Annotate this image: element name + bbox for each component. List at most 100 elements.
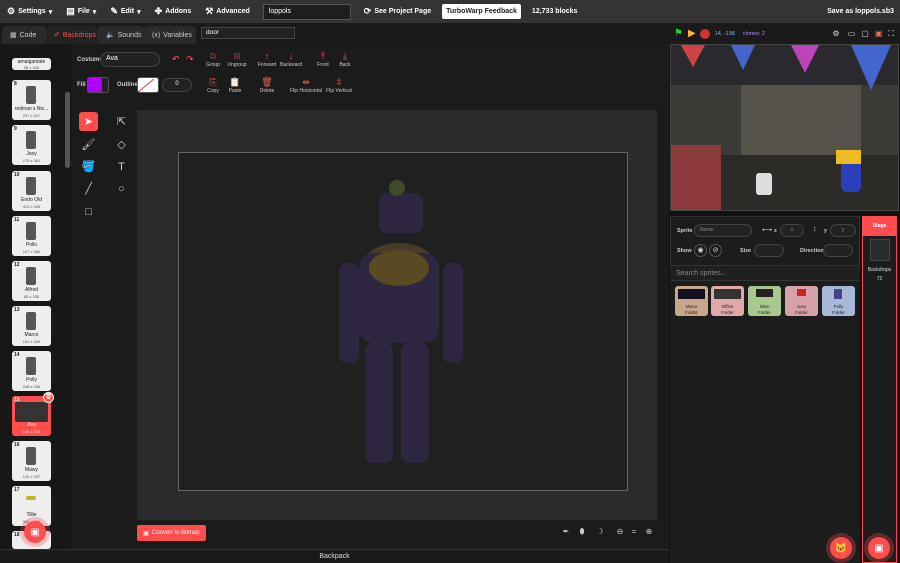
- forward-button[interactable]: ↑ Forward: [255, 51, 279, 68]
- redo-icon[interactable]: ↷: [186, 54, 194, 65]
- tab-variables[interactable]: (x) Variables: [144, 26, 196, 44]
- normal-stage-icon[interactable]: ▢: [861, 29, 869, 38]
- zoom-out-icon[interactable]: ⊖: [614, 527, 626, 539]
- dark-mode-icon[interactable]: ☽: [594, 527, 606, 539]
- costume-list-scrollbar[interactable]: [65, 92, 70, 168]
- clone-count: clones: 2: [742, 30, 765, 37]
- fill-label: Fill: [77, 82, 86, 88]
- image-icon: ▣: [874, 542, 884, 554]
- folder-thumbnail: [678, 289, 705, 299]
- costume-thumbnail: [26, 177, 36, 195]
- size-input[interactable]: [754, 244, 784, 257]
- text-tool[interactable]: T: [112, 157, 131, 176]
- eraser-icon: ◇: [117, 139, 126, 151]
- delete-costume-icon[interactable]: 🗑: [43, 392, 54, 403]
- back-button[interactable]: ⤓ Back: [333, 51, 357, 68]
- backward-button[interactable]: ↓ Backward: [279, 51, 303, 68]
- costume-item[interactable]: amalgamate 98 x 345: [12, 58, 51, 70]
- costume-name-input[interactable]: Ava: [100, 52, 160, 67]
- y-input[interactable]: y: [830, 224, 856, 237]
- select-tool[interactable]: ➤: [79, 112, 98, 131]
- outline-width-input[interactable]: 0: [162, 78, 192, 92]
- reshape-tool[interactable]: ⇱: [112, 112, 131, 131]
- save-as-button[interactable]: Save as loppols.sb3: [820, 0, 900, 23]
- folder-thumbnail: [834, 289, 842, 299]
- eraser-tool[interactable]: ◇: [112, 135, 131, 154]
- line-tool[interactable]: ╱: [79, 179, 98, 198]
- zoom-reset-icon[interactable]: =: [628, 527, 640, 539]
- tab-sounds[interactable]: 🔈 Sounds: [98, 26, 144, 44]
- delete-button[interactable]: 🗑 Delete: [255, 77, 279, 94]
- show-visible-icon[interactable]: ◉: [694, 244, 707, 257]
- undo-icon[interactable]: ↶: [172, 54, 180, 65]
- group-button[interactable]: ⧉ Group: [201, 51, 225, 68]
- feedback-button[interactable]: TurboWarp Feedback: [442, 4, 521, 19]
- fullscreen-icon[interactable]: ⛶: [888, 29, 894, 39]
- tab-backdrops[interactable]: ✐ Backdrops: [46, 26, 98, 44]
- outline-color-picker[interactable]: [137, 77, 159, 93]
- costume-item[interactable]: 9 Joey 175 x 361: [12, 125, 51, 165]
- tab-code[interactable]: ▦ Code: [2, 26, 46, 44]
- paste-icon: 📋: [229, 77, 241, 87]
- flip-horizontal-button[interactable]: ⇹ Flip Horizontal: [288, 77, 324, 94]
- stop-icon[interactable]: [699, 28, 710, 39]
- convert-to-bitmap-button[interactable]: ▣ Convert to Bitmap: [137, 525, 206, 541]
- small-stage-icon[interactable]: ▭: [848, 29, 856, 38]
- fill-color-picker[interactable]: [87, 77, 109, 93]
- green-flag-icon[interactable]: ⚑: [674, 28, 683, 39]
- costume-item-selected[interactable]: 15 Ava 132 x 313 🗑: [12, 392, 54, 436]
- costume-item[interactable]: 16 Mawy 126 x 337: [12, 441, 51, 481]
- circle-tool[interactable]: ○: [112, 179, 131, 198]
- sprite-folder[interactable]: Misc Folder: [748, 286, 781, 316]
- direction-input[interactable]: [823, 244, 853, 257]
- dropper-icon[interactable]: ⬮: [576, 527, 588, 539]
- flip-vertical-button[interactable]: ⇳ Flip Vertical: [324, 77, 354, 94]
- costume-item[interactable]: 12 Alfred 85 x 336: [12, 261, 51, 301]
- stage-canvas[interactable]: [670, 44, 899, 211]
- sprite-folder[interactable]: Menu Folder: [675, 286, 708, 316]
- sprite-folder[interactable]: Joey Folder: [785, 286, 818, 316]
- see-project-page-button[interactable]: ⟳ See Project Page: [357, 0, 438, 23]
- hide-icon[interactable]: ⊘: [709, 244, 722, 257]
- backpack[interactable]: Backpack: [0, 549, 669, 563]
- sprite-search-input[interactable]: Search sprites...: [670, 267, 860, 281]
- rectangle-icon: □: [85, 205, 92, 218]
- sprite-folder[interactable]: Polly Folder: [822, 286, 855, 316]
- arrow-top-icon: ⤒: [321, 51, 325, 61]
- costume-item[interactable]: 13 Marco 131 x 326: [12, 306, 51, 346]
- group-icon: ⧉: [209, 51, 217, 61]
- brush-tool[interactable]: 🖌: [79, 135, 98, 154]
- pipette-icon[interactable]: ✒: [560, 527, 572, 539]
- zoom-in-icon[interactable]: ⊕: [643, 527, 655, 539]
- settings-menu[interactable]: ⚙ Settings ▾: [0, 0, 59, 23]
- rectangle-tool[interactable]: □: [79, 202, 98, 221]
- costume-item[interactable]: 8 redman x Nic... 237 x 317: [12, 80, 51, 120]
- turbo-icon[interactable]: ▶: [688, 28, 696, 39]
- addons-menu[interactable]: ✤ Addons: [148, 0, 199, 23]
- backdrop-search-input[interactable]: door: [201, 27, 295, 39]
- costume-item[interactable]: 17Tillie360 x 174: [12, 486, 51, 526]
- sprite-folder[interactable]: Office Folder: [711, 286, 744, 316]
- add-backdrop-stage-button[interactable]: ▣: [868, 537, 890, 559]
- front-button[interactable]: ⤒ Front: [311, 51, 335, 68]
- file-menu[interactable]: ▤ File ▾: [59, 0, 103, 23]
- ungroup-button[interactable]: ⊞ Ungroup: [225, 51, 249, 68]
- artboard[interactable]: [178, 152, 628, 491]
- fill-tool[interactable]: 🪣: [79, 157, 98, 176]
- cat-icon: 🐱: [834, 542, 848, 554]
- costume-item[interactable]: 14 Polly 248 x 298: [12, 351, 51, 391]
- project-title-input[interactable]: loppols: [262, 3, 351, 20]
- add-sprite-button[interactable]: 🐱: [830, 537, 852, 559]
- copy-button[interactable]: ⎘ Copy: [201, 77, 225, 94]
- large-stage-icon[interactable]: ▣: [875, 29, 883, 38]
- x-input[interactable]: x: [780, 224, 804, 237]
- advanced-menu[interactable]: ⚒ Advanced: [198, 0, 257, 23]
- add-backdrop-button[interactable]: ▣: [24, 521, 46, 543]
- edit-menu[interactable]: ✎ Edit ▾: [103, 0, 147, 23]
- costume-item[interactable]: 11 Pollo 107 x 360: [12, 216, 51, 256]
- paste-button[interactable]: 📋 Paste: [223, 77, 247, 94]
- costume-item[interactable]: 10 Endo Old 413 x 306: [12, 171, 51, 211]
- debugger-icon[interactable]: ⚙: [833, 29, 840, 38]
- sprite-name-input[interactable]: Name: [694, 224, 752, 237]
- costume-thumbnail: [26, 447, 36, 465]
